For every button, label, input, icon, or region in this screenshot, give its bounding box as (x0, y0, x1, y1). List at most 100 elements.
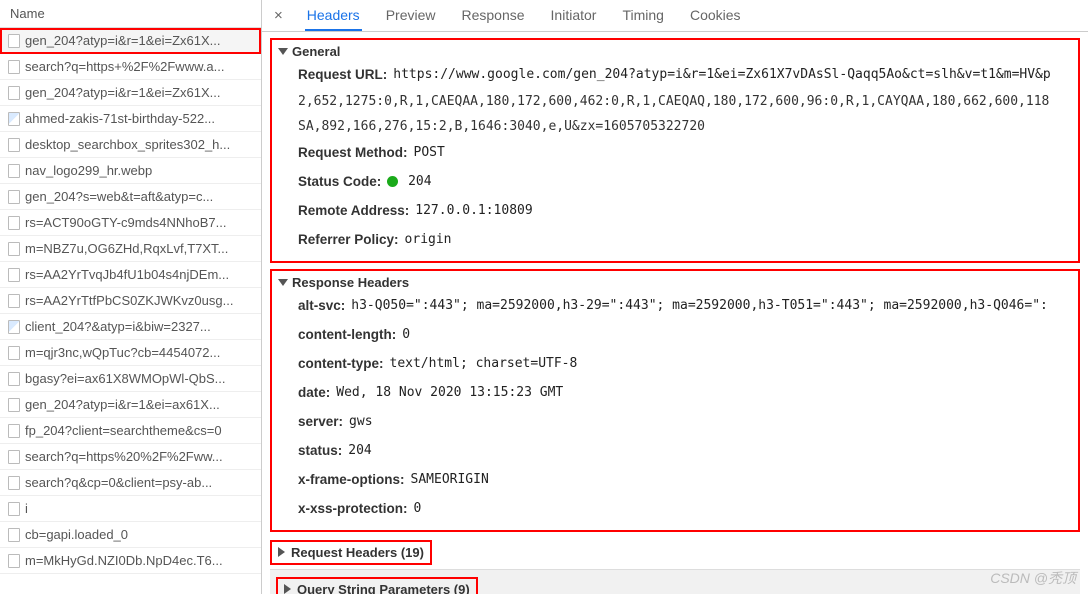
response-header-row: alt-svc:h3-Q050=":443"; ma=2592000,h3-29… (272, 292, 1078, 321)
file-icon (8, 138, 20, 152)
request-url-cont1: 2,652,1275:0,R,1,CAEQAA,180,172,600,462:… (272, 90, 1078, 115)
file-icon (8, 268, 20, 282)
tab-timing[interactable]: Timing (620, 1, 666, 30)
file-icon (8, 294, 20, 308)
chevron-right-icon (278, 547, 285, 557)
request-item[interactable]: gen_204?s=web&t=aft&atyp=c... (0, 184, 261, 210)
response-header-row: server:gws (272, 408, 1078, 437)
file-icon (8, 554, 20, 568)
chevron-down-icon (278, 48, 288, 55)
request-item[interactable]: gen_204?atyp=i&r=1&ei=Zx61X... (0, 80, 261, 106)
request-item-label: m=qjr3nc,wQpTuc?cb=4454072... (25, 345, 220, 360)
file-icon (8, 86, 20, 100)
section-title: Response Headers (292, 275, 409, 290)
network-request-list: Name gen_204?atyp=i&r=1&ei=Zx61X...searc… (0, 0, 262, 594)
header-value: text/html; charset=UTF-8 (390, 353, 578, 376)
request-item-label: rs=AA2YrTvqJb4fU1b04s4njDEm... (25, 267, 229, 282)
request-item[interactable]: search?q&cp=0&client=psy-ab... (0, 470, 261, 496)
request-url-cont2: SA,892,166,276,15:2,B,1646:3040,e,U&zx=1… (272, 115, 1078, 140)
response-headers-toggle[interactable]: Response Headers (272, 273, 1078, 292)
request-item[interactable]: nav_logo299_hr.webp (0, 158, 261, 184)
request-method-label: Request Method: (298, 142, 408, 165)
file-icon (8, 112, 20, 126)
request-url-label: Request URL: (298, 64, 387, 87)
tab-initiator[interactable]: Initiator (549, 1, 599, 30)
file-icon (8, 60, 20, 74)
header-key: alt-svc: (298, 295, 345, 318)
file-icon (8, 450, 20, 464)
request-item[interactable]: ahmed-zakis-71st-birthday-522... (0, 106, 261, 132)
request-item-label: rs=AA2YrTtfPbCS0ZKJWKvz0usg... (25, 293, 233, 308)
sidebar-header: Name (0, 0, 261, 28)
request-item-label: rs=ACT90oGTY-c9mds4NNhoB7... (25, 215, 226, 230)
request-item[interactable]: rs=AA2YrTvqJb4fU1b04s4njDEm... (0, 262, 261, 288)
request-method-value: POST (414, 142, 445, 165)
request-item[interactable]: search?q=https%20%2F%2Fww... (0, 444, 261, 470)
file-icon (8, 320, 20, 334)
request-item[interactable]: bgasy?ei=ax61X8WMOpWl-QbS... (0, 366, 261, 392)
response-header-row: content-type: text/html; charset=UTF-8 (272, 350, 1078, 379)
header-key: content-length: (298, 324, 396, 347)
request-item[interactable]: gen_204?atyp=i&r=1&ei=Zx61X... (0, 28, 261, 54)
request-url-value: https://www.google.com/gen_204?atyp=i&r=… (393, 64, 1050, 87)
file-icon (8, 34, 20, 48)
tab-headers[interactable]: Headers (305, 1, 362, 31)
request-item-label: ahmed-zakis-71st-birthday-522... (25, 111, 215, 126)
request-item-label: nav_logo299_hr.webp (25, 163, 152, 178)
request-item[interactable]: m=MkHyGd.NZI0Db.NpD4ec.T6... (0, 548, 261, 574)
file-icon (8, 424, 20, 438)
request-item-label: fp_204?client=searchtheme&cs=0 (25, 423, 222, 438)
request-list: gen_204?atyp=i&r=1&ei=Zx61X...search?q=h… (0, 28, 261, 594)
response-header-row: x-frame-options:SAMEORIGIN (272, 466, 1078, 495)
request-item-label: bgasy?ei=ax61X8WMOpWl-QbS... (25, 371, 226, 386)
request-headers-toggle[interactable]: Request Headers (19) (270, 540, 432, 565)
header-key: server: (298, 411, 343, 434)
request-item[interactable]: m=NBZ7u,OG6ZHd,RqxLvf,T7XT... (0, 236, 261, 262)
response-header-row: date:Wed, 18 Nov 2020 13:15:23 GMT (272, 379, 1078, 408)
file-icon (8, 346, 20, 360)
general-section: General Request URL: https://www.google.… (270, 38, 1080, 263)
header-key: date: (298, 382, 330, 405)
request-item-label: gen_204?s=web&t=aft&atyp=c... (25, 189, 213, 204)
request-item[interactable]: i (0, 496, 261, 522)
request-item-label: gen_204?atyp=i&r=1&ei=ax61X... (25, 397, 220, 412)
tab-response[interactable]: Response (459, 1, 526, 30)
chevron-down-icon (278, 279, 288, 286)
request-item[interactable]: m=qjr3nc,wQpTuc?cb=4454072... (0, 340, 261, 366)
request-item[interactable]: gen_204?atyp=i&r=1&ei=ax61X... (0, 392, 261, 418)
chevron-right-icon (284, 584, 291, 594)
section-title: Request Headers (19) (291, 545, 424, 560)
general-toggle[interactable]: General (272, 42, 1078, 61)
request-item[interactable]: desktop_searchbox_sprites302_h... (0, 132, 261, 158)
tab-preview[interactable]: Preview (384, 1, 438, 30)
request-item-label: gen_204?atyp=i&r=1&ei=Zx61X... (25, 33, 221, 48)
request-item-label: i (25, 501, 28, 516)
response-header-row: status:204 (272, 437, 1078, 466)
file-icon (8, 502, 20, 516)
query-params-row: Query String Parameters (9) (270, 569, 1080, 594)
header-key: content-type: (298, 353, 384, 376)
file-icon (8, 190, 20, 204)
details-panel: × Headers Preview Response Initiator Timing C… (262, 0, 1088, 594)
request-item[interactable]: fp_204?client=searchtheme&cs=0 (0, 418, 261, 444)
section-title: Query String Parameters (9) (297, 582, 470, 594)
request-item[interactable]: search?q=https+%2F%2Fwww.a... (0, 54, 261, 80)
query-params-toggle[interactable]: Query String Parameters (9) (276, 577, 478, 594)
request-item[interactable]: client_204?&atyp=i&biw=2327... (0, 314, 261, 340)
close-icon[interactable]: × (270, 7, 287, 24)
header-key: x-frame-options: (298, 469, 405, 492)
request-item[interactable]: rs=AA2YrTtfPbCS0ZKJWKvz0usg... (0, 288, 261, 314)
status-dot-icon (387, 176, 398, 187)
status-code-value: 204 (387, 171, 431, 194)
tab-cookies[interactable]: Cookies (688, 1, 743, 30)
file-icon (8, 242, 20, 256)
request-item-label: m=NBZ7u,OG6ZHd,RqxLvf,T7XT... (25, 241, 228, 256)
referrer-policy-label: Referrer Policy: (298, 229, 399, 252)
file-icon (8, 216, 20, 230)
file-icon (8, 164, 20, 178)
request-item[interactable]: rs=ACT90oGTY-c9mds4NNhoB7... (0, 210, 261, 236)
request-item[interactable]: cb=gapi.loaded_0 (0, 522, 261, 548)
remote-address-value: 127.0.0.1:10809 (415, 200, 532, 223)
request-item-label: desktop_searchbox_sprites302_h... (25, 137, 230, 152)
remote-address-label: Remote Address: (298, 200, 409, 223)
